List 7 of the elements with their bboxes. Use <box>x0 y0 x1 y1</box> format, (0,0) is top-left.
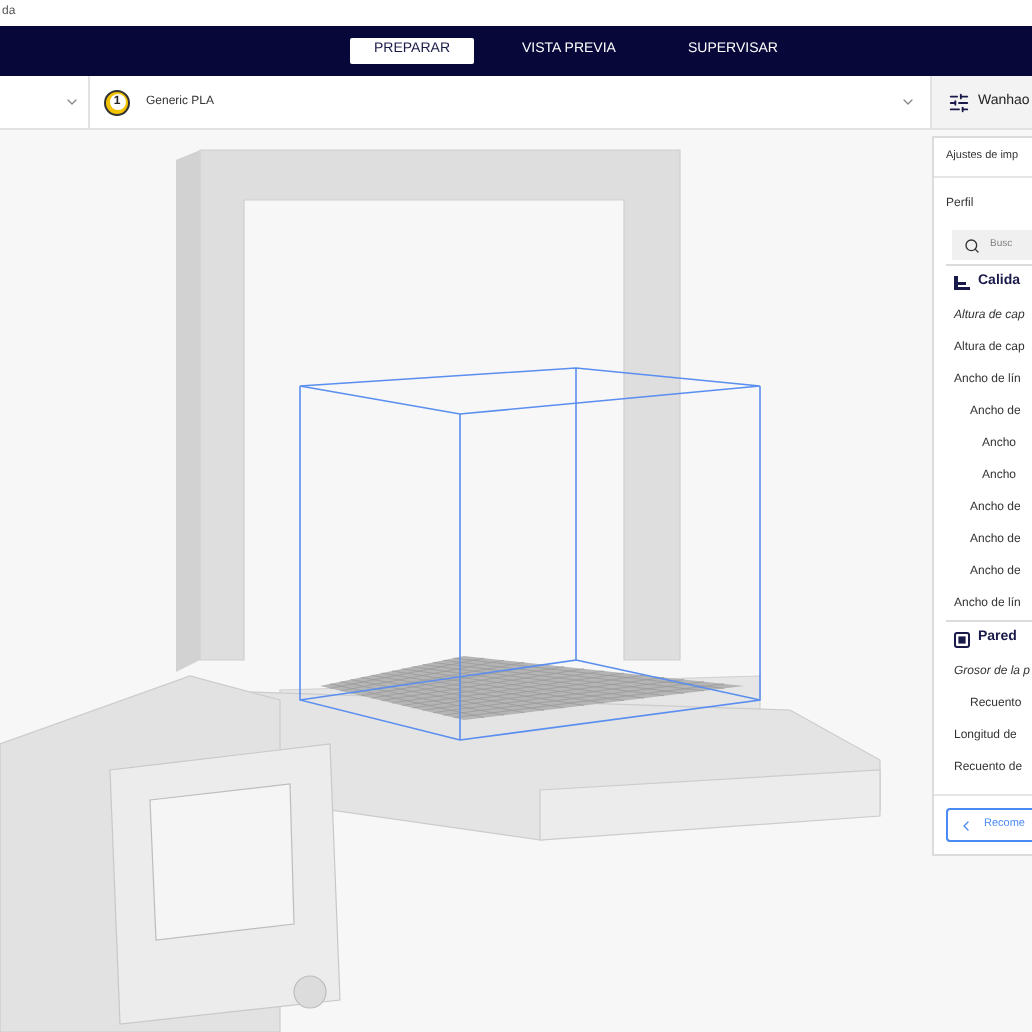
wall-square-icon <box>954 631 970 647</box>
chevron-down-icon <box>900 94 916 110</box>
chevron-left-icon <box>958 817 974 833</box>
sliders-icon <box>948 91 970 113</box>
quality-bars-icon <box>954 276 970 290</box>
chevron-down-icon <box>64 94 80 110</box>
search-icon <box>964 237 980 253</box>
